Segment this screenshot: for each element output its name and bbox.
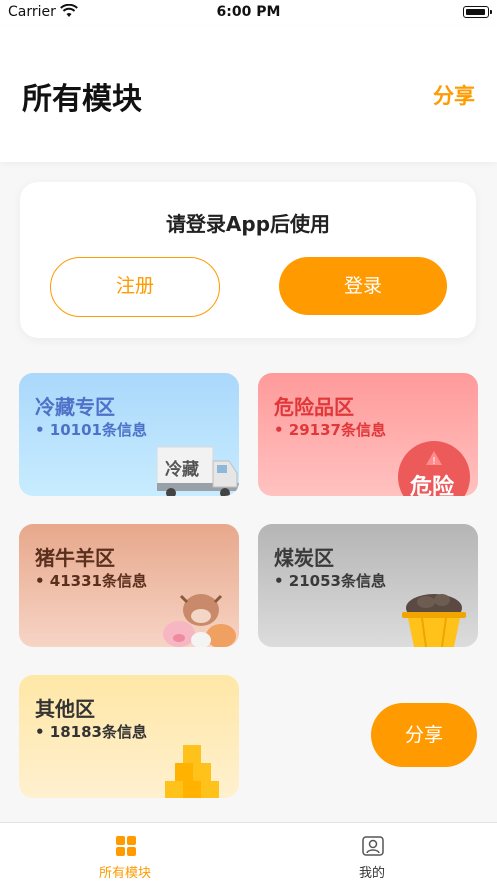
register-button[interactable]: 注册 xyxy=(50,257,220,317)
module-name: 猪牛羊区 xyxy=(35,546,115,570)
page-title: 所有模块 xyxy=(22,82,142,117)
module-cold-storage[interactable]: 冷藏专区 • 10101条信息 冷藏 xyxy=(19,373,239,496)
coal-bucket-icon xyxy=(402,594,466,647)
floating-share-button[interactable]: 分享 xyxy=(371,703,477,767)
module-name: 其他区 xyxy=(35,697,95,721)
module-name: 危险品区 xyxy=(274,395,354,419)
boxes-icon xyxy=(165,745,219,798)
livestock-icon xyxy=(163,594,236,647)
module-count: • 21053条信息 xyxy=(274,572,386,590)
header-share-button[interactable]: 分享 xyxy=(433,80,475,110)
battery-icon xyxy=(463,6,492,18)
module-dangerous-goods[interactable]: 危险品区 • 29137条信息 ! 危险 xyxy=(258,373,478,496)
tab-label: 所有模块 xyxy=(98,866,151,881)
tab-all-modules[interactable]: 所有模块 xyxy=(65,823,185,883)
module-name: 冷藏专区 xyxy=(35,395,115,419)
login-button[interactable]: 登录 xyxy=(279,257,447,315)
tab-label: 我的 xyxy=(358,866,385,881)
danger-label: 危险 xyxy=(410,475,455,496)
grid-icon xyxy=(116,836,136,856)
status-bar: Carrier 6:00 PM xyxy=(0,0,497,26)
module-coal[interactable]: 煤炭区 • 21053条信息 xyxy=(258,524,478,647)
svg-text:!: ! xyxy=(432,456,436,467)
module-name: 煤炭区 xyxy=(274,546,334,570)
clock: 6:00 PM xyxy=(216,4,281,20)
login-prompt: 请登录App后使用 xyxy=(165,212,331,236)
module-count: • 10101条信息 xyxy=(35,421,147,439)
truck-label: 冷藏 xyxy=(165,460,199,480)
module-livestock[interactable]: 猪牛羊区 • 41331条信息 xyxy=(19,524,239,647)
profile-icon xyxy=(362,836,384,856)
module-count: • 41331条信息 xyxy=(35,572,147,590)
module-count: • 18183条信息 xyxy=(35,723,147,741)
tab-mine[interactable]: 我的 xyxy=(312,823,432,883)
module-count: • 29137条信息 xyxy=(274,421,386,439)
login-card: 请登录App后使用 注册 登录 xyxy=(20,182,476,338)
module-other[interactable]: 其他区 • 18183条信息 xyxy=(19,675,239,798)
tab-bar: 所有模块 我的 xyxy=(0,822,497,883)
